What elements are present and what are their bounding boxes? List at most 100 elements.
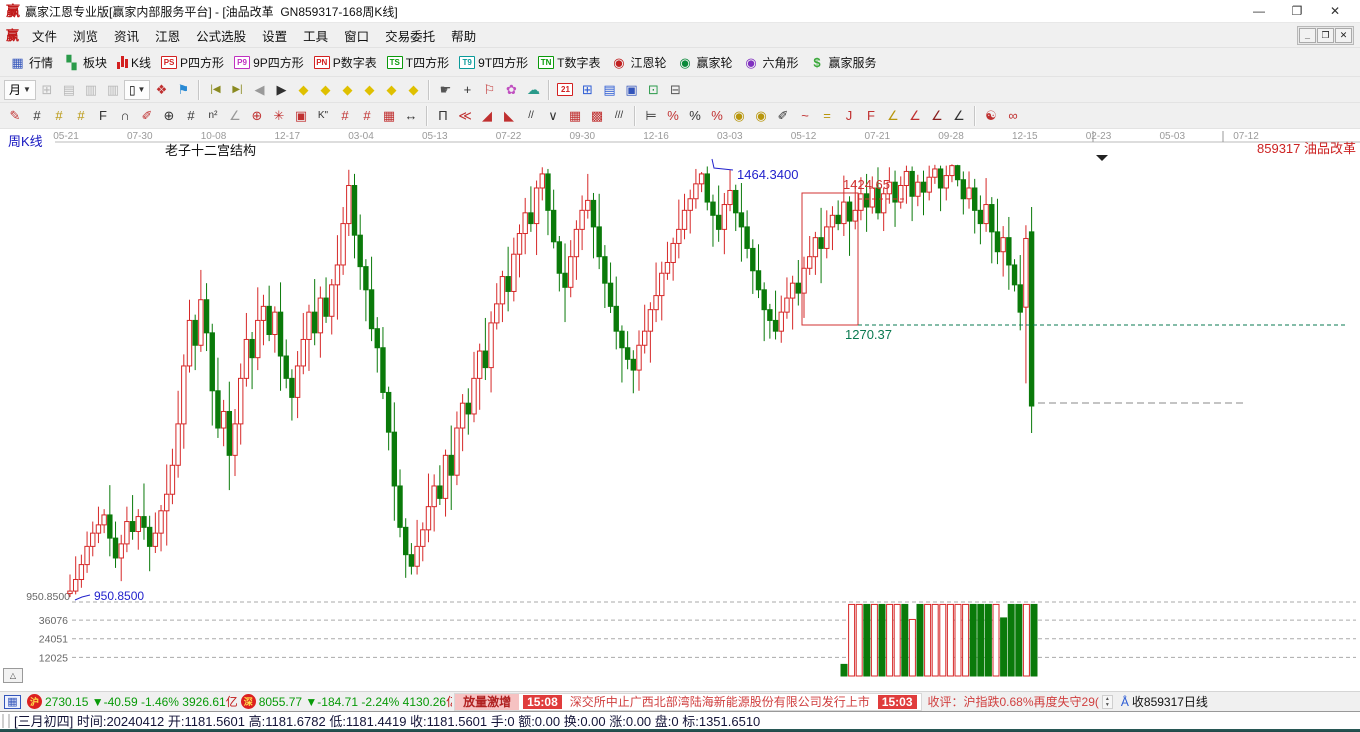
restore-button[interactable]: ❐ <box>1278 1 1316 22</box>
kline-button[interactable]: K线 <box>112 51 156 73</box>
minimize-button[interactable]: — <box>1240 1 1278 22</box>
print-tool-button[interactable]: ⊟ <box>664 79 686 101</box>
target-circle-button[interactable]: ⊕ <box>246 105 268 127</box>
chart-flag-tool-button[interactable]: ⚑ <box>172 79 194 101</box>
prev-page-button[interactable]: ◀ <box>248 79 270 101</box>
brush-tool-button[interactable]: ✐ <box>136 105 158 127</box>
box-grid-button[interactable]: ▩ <box>586 105 608 127</box>
menu-item-window[interactable]: 窗口 <box>336 23 377 48</box>
crosshair-tool-button[interactable]: + <box>456 79 478 101</box>
comb-tool-button[interactable]: # <box>26 105 48 127</box>
p-square-button[interactable]: PS P四方形 <box>156 51 229 73</box>
menu-item-news[interactable]: 资讯 <box>106 23 147 48</box>
shenzhen-index-icon[interactable]: 深 <box>240 694 256 709</box>
gold-comb-2-button[interactable]: # <box>70 105 92 127</box>
dense-comb-button[interactable]: # <box>180 105 202 127</box>
info-bar-grip[interactable] <box>2 713 10 728</box>
calculator-tool-button[interactable]: ⊞ <box>576 79 598 101</box>
9t-square-button[interactable]: T9 9T四方形 <box>454 51 533 73</box>
save-tool-button[interactable]: ▣ <box>620 79 642 101</box>
minute3-tool-button[interactable]: ▥ <box>80 79 102 101</box>
yinyang-tool-button[interactable]: ☯ <box>980 105 1002 127</box>
wave-tool-button[interactable]: ~ <box>794 105 816 127</box>
menu-item-tools[interactable]: 工具 <box>295 23 336 48</box>
volume-pane-toggle-button[interactable]: △ <box>3 668 23 683</box>
gold-angle-button[interactable]: ∠ <box>882 105 904 127</box>
export-tool-button[interactable]: ⊡ <box>642 79 664 101</box>
win-comb-button[interactable]: # <box>356 105 378 127</box>
frame-tool-button[interactable]: Π <box>432 105 454 127</box>
infinity-tool-button[interactable]: ∞ <box>1002 105 1024 127</box>
t-square-button[interactable]: TS T四方形 <box>382 51 454 73</box>
menu-item-gann[interactable]: 江恩 <box>147 23 188 48</box>
close-button[interactable]: ✕ <box>1316 1 1354 22</box>
quote-table-icon[interactable]: ▦ <box>4 694 21 709</box>
memo-tool-button[interactable]: ▤ <box>58 79 80 101</box>
gold-circle-1-button[interactable]: ◉ <box>728 105 750 127</box>
bow-tool-button[interactable]: ∩ <box>114 105 136 127</box>
t-number-table-button[interactable]: TN T数字表 <box>533 51 605 73</box>
calendar-tool-button[interactable]: 21 <box>554 79 576 101</box>
news-ticker[interactable]: 放量激增 15:08 深交所中止广西北部湾陆海新能源股份有限公司发行上市 15:… <box>454 692 922 711</box>
ticker-scroll-spinner[interactable]: ▲ ▼ <box>1101 694 1113 709</box>
pen-tool-button[interactable]: ✎ <box>4 105 26 127</box>
gift-tool-button[interactable]: ✿ <box>500 79 522 101</box>
square-grid-button[interactable]: ▣ <box>290 105 312 127</box>
circle-comb-button[interactable]: ⊕ <box>158 105 180 127</box>
percent-line-button[interactable]: % <box>706 105 728 127</box>
hexagon-button[interactable]: ◉ 六角形 <box>738 51 804 73</box>
winner-service-button[interactable]: $ 赢家服务 <box>804 51 882 73</box>
red-fan-tool-button[interactable]: ≪ <box>454 105 476 127</box>
9p-square-button[interactable]: P9 9P四方形 <box>229 51 309 73</box>
menu-item-settings[interactable]: 设置 <box>254 23 295 48</box>
angle-ruler-button[interactable]: ∠ <box>224 105 246 127</box>
shen-comb-button[interactable]: # <box>334 105 356 127</box>
favorite-tool-button[interactable]: ❖ <box>150 79 172 101</box>
grid-123-button[interactable]: ▦ <box>378 105 400 127</box>
shen-angle-button[interactable]: ∠ <box>904 105 926 127</box>
first-page-button[interactable]: |◀ <box>204 79 226 101</box>
gold-diamond-1-button[interactable]: ◆ <box>292 79 314 101</box>
gold-comb-1-button[interactable]: # <box>48 105 70 127</box>
notes-tool-button[interactable]: ▤ <box>598 79 620 101</box>
period-label[interactable]: 周K线 <box>8 134 43 149</box>
menu-item-browse[interactable]: 浏览 <box>65 23 106 48</box>
v-lines-button[interactable]: ∨ <box>542 105 564 127</box>
last-page-button[interactable]: ▶| <box>226 79 248 101</box>
menu-item-help[interactable]: 帮助 <box>443 23 484 48</box>
percent-triangle-button[interactable]: % <box>662 105 684 127</box>
hand-move-tool-button[interactable]: ☛ <box>434 79 456 101</box>
n2-tool-button[interactable]: n² <box>202 105 224 127</box>
width-arrow-tool-button[interactable]: ↔ <box>400 105 422 127</box>
four-angle-button[interactable]: ∠ <box>948 105 970 127</box>
fan-box-2-button[interactable]: ◣ <box>498 105 520 127</box>
gold-diamond-6-button[interactable]: ◆ <box>402 79 424 101</box>
f-comb-button[interactable]: F <box>92 105 114 127</box>
dense-grid-button[interactable]: ▦ <box>564 105 586 127</box>
k-quote-tool-button[interactable]: K" <box>312 105 334 127</box>
percent-plain-button[interactable]: % <box>684 105 706 127</box>
p-number-table-button[interactable]: PN P数字表 <box>309 51 382 73</box>
menu-item-file[interactable]: 文件 <box>24 23 65 48</box>
symbol-label[interactable]: 859317 油品改革 <box>1257 141 1356 156</box>
mdi-minimize-button[interactable]: _ <box>1299 27 1316 43</box>
gold-diamond-3-button[interactable]: ◆ <box>336 79 358 101</box>
mdi-close-button[interactable]: ✕ <box>1335 27 1352 43</box>
shanghai-index-icon[interactable]: 沪 <box>27 694 42 709</box>
next-page-button[interactable]: ▶ <box>270 79 292 101</box>
screen-tool-button[interactable]: ⊞ <box>36 79 58 101</box>
pen-angle-button[interactable]: ✐ <box>772 105 794 127</box>
gold-diamond-4-button[interactable]: ◆ <box>358 79 380 101</box>
gann-wheel-button[interactable]: ◉ 江恩轮 <box>605 51 671 73</box>
slash-lines-button[interactable]: /// <box>608 105 630 127</box>
gold-diamond-2-button[interactable]: ◆ <box>314 79 336 101</box>
mark-tool-button[interactable]: ⚐ <box>478 79 500 101</box>
j-angle-button[interactable]: J <box>838 105 860 127</box>
star-grid-button[interactable]: ✳ <box>268 105 290 127</box>
ratio-scale-button[interactable]: ⊨ <box>640 105 662 127</box>
mdi-restore-button[interactable]: ❐ <box>1317 27 1334 43</box>
f-angle-button[interactable]: F <box>860 105 882 127</box>
cloud-tool-button[interactable]: ☁ <box>522 79 544 101</box>
sectors-button[interactable]: ▚ 板块 <box>58 51 112 73</box>
minute9-tool-button[interactable]: ▥ <box>102 79 124 101</box>
